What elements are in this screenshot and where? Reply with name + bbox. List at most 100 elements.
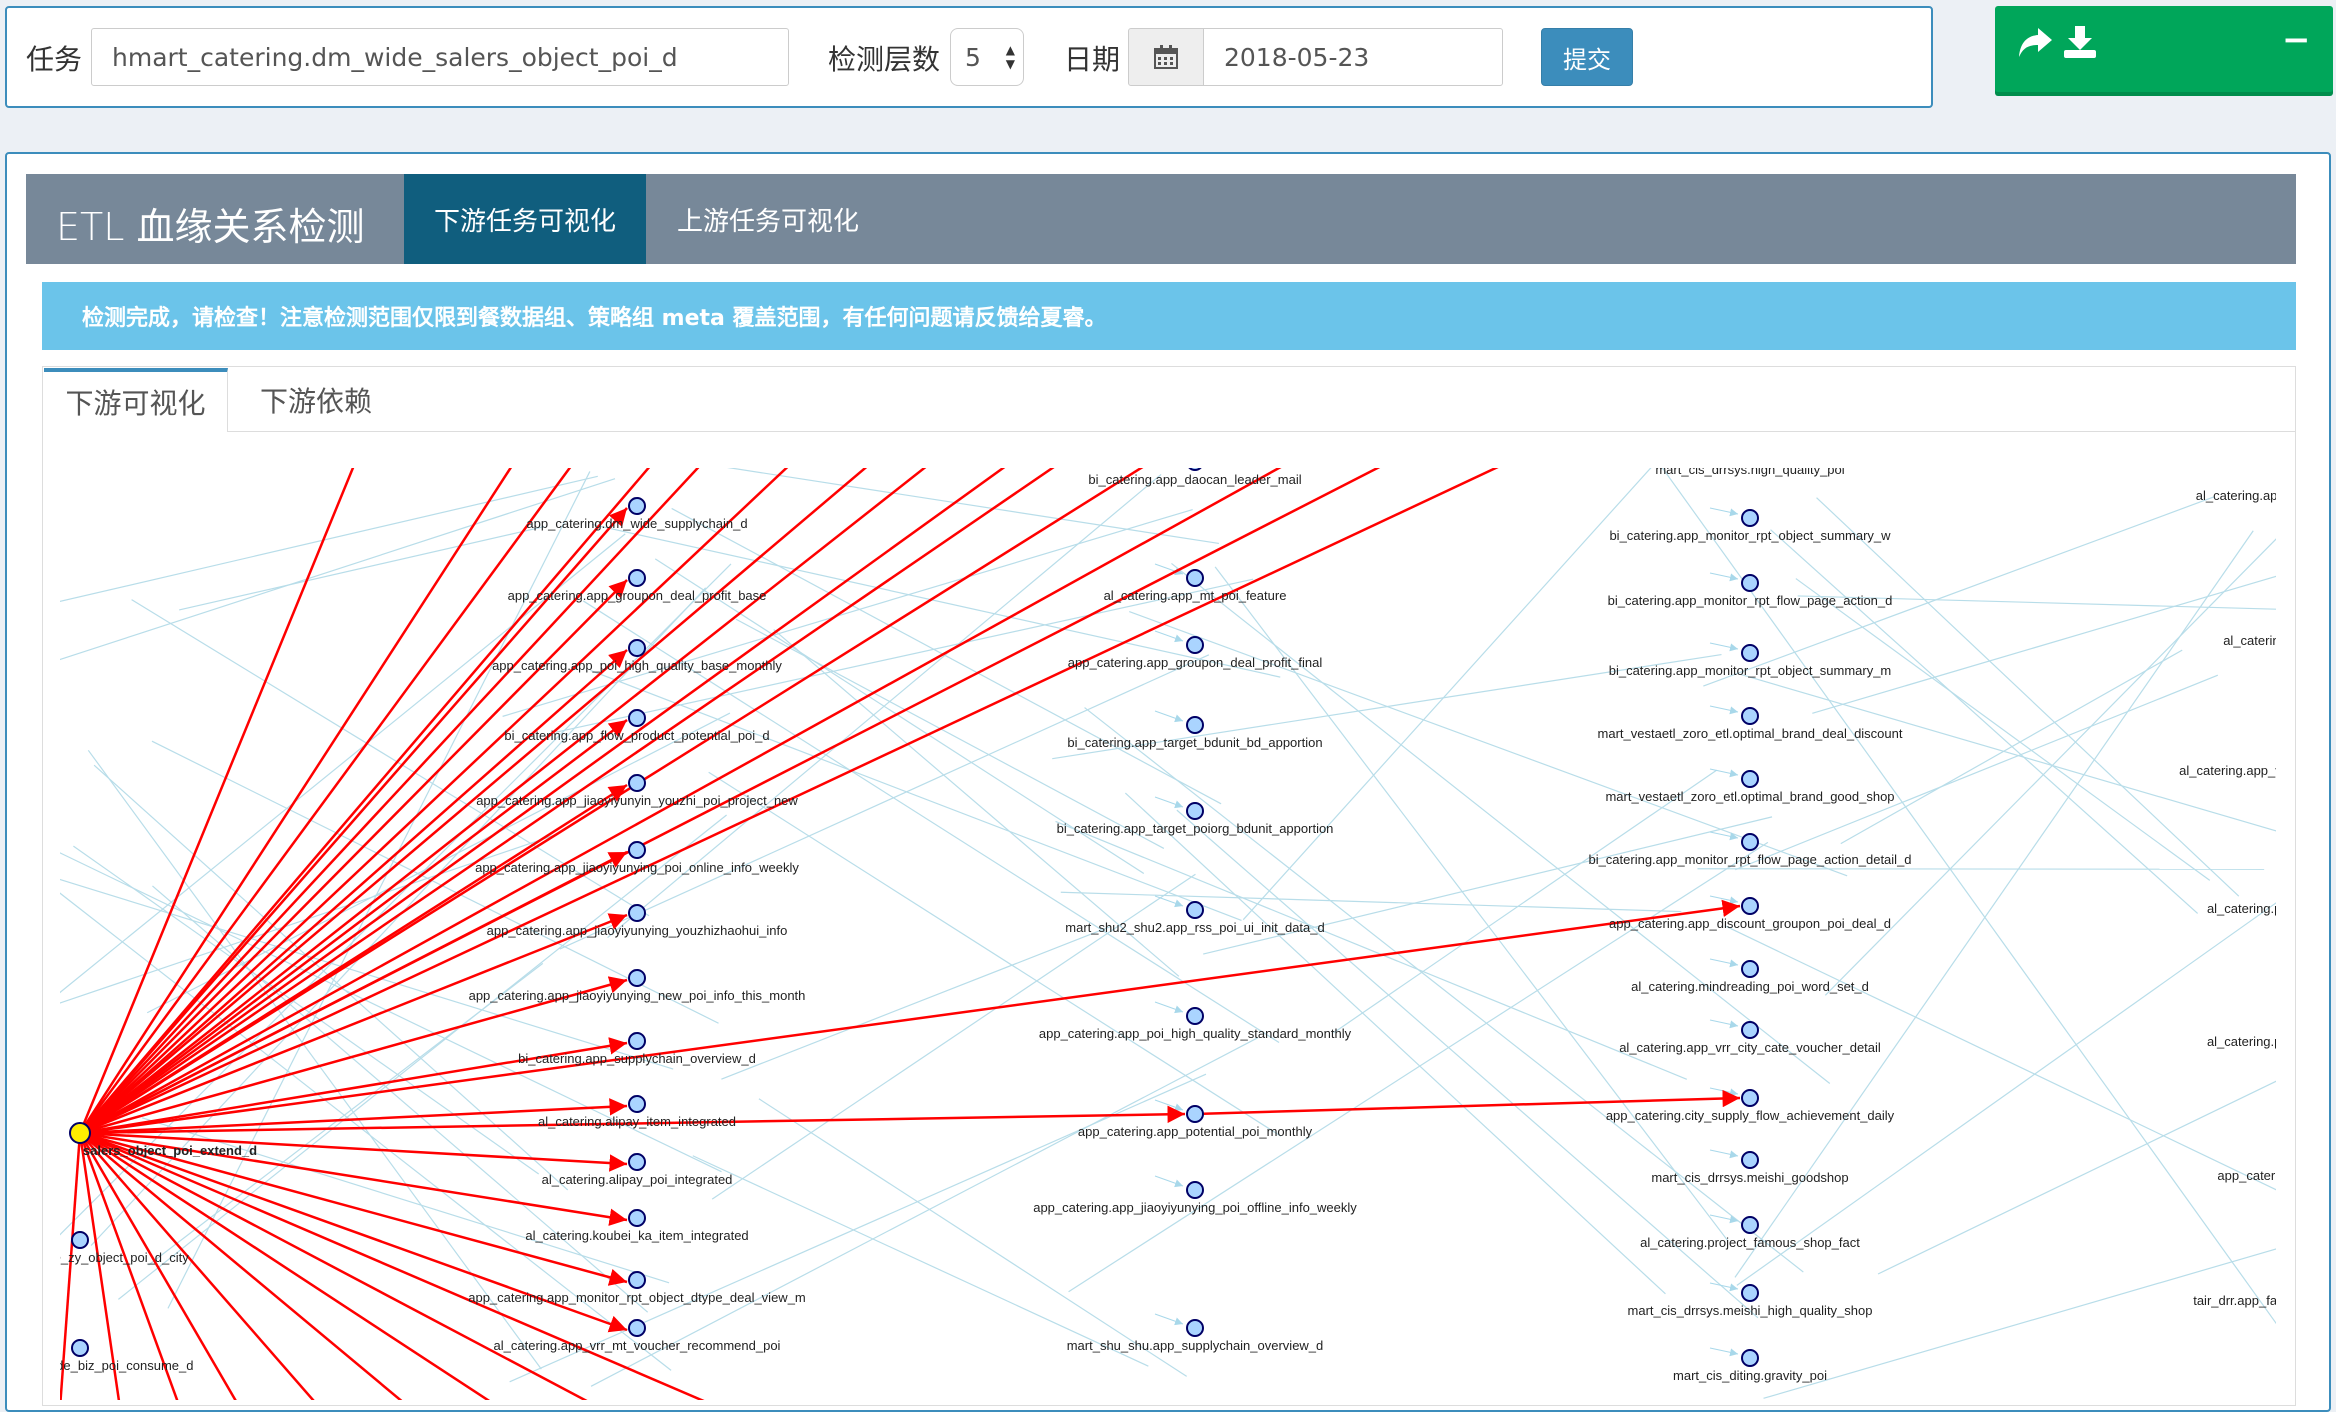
graph-node[interactable] bbox=[1741, 1216, 1759, 1234]
graph-node[interactable] bbox=[1741, 574, 1759, 592]
graph-node-label: al_catering bbox=[2223, 633, 2276, 648]
graph-node[interactable] bbox=[1741, 1021, 1759, 1039]
graph-node-label: app_catering.app_monitor_rpt_object_dtyp… bbox=[468, 1290, 806, 1305]
graph-edge-faint bbox=[1816, 497, 2240, 897]
graph-edge-faint bbox=[1763, 1248, 2276, 1399]
graph-node-label: al_catering.alipay_item_integrated bbox=[537, 1114, 737, 1129]
graph-node[interactable] bbox=[71, 1339, 89, 1357]
graph-node[interactable] bbox=[1186, 901, 1204, 919]
graph-node[interactable] bbox=[1741, 707, 1759, 725]
date-input[interactable]: 2018-05-23 bbox=[1203, 28, 1503, 86]
graph-node-label: al_catering.koubei_ka_item_integrated bbox=[525, 1228, 749, 1243]
graph-node[interactable] bbox=[628, 1271, 646, 1289]
tab-downstream-visual[interactable]: 下游任务可视化 bbox=[404, 174, 646, 264]
graph-node[interactable] bbox=[1741, 1349, 1759, 1367]
graph-edge-faint bbox=[758, 1098, 1188, 1377]
graph-node[interactable] bbox=[1186, 1181, 1204, 1199]
graph-node[interactable] bbox=[71, 1231, 89, 1249]
page-title: ETL 血缘关系检测 bbox=[56, 205, 365, 249]
graph-node[interactable] bbox=[1186, 1319, 1204, 1337]
graph-node-label: app_catering.app_jiaoyiyunying_poi_onlin… bbox=[475, 860, 799, 875]
graph-node-label: al_catering.app_vrr_city_cate_voucher_de… bbox=[1619, 1040, 1881, 1055]
graph-node[interactable] bbox=[1741, 897, 1759, 915]
graph-root-node[interactable] bbox=[69, 1122, 91, 1144]
graph-node[interactable] bbox=[1741, 644, 1759, 662]
graph-node[interactable] bbox=[1741, 1089, 1759, 1107]
graph-node[interactable] bbox=[1741, 509, 1759, 527]
graph-node[interactable] bbox=[1741, 833, 1759, 851]
graph-node-label: al_catering.mindreading_poi_word_set_d bbox=[1631, 979, 1869, 994]
graph-root-label: salers_object_poi_extend_d bbox=[82, 1143, 258, 1158]
graph-node[interactable] bbox=[628, 1032, 646, 1050]
graph-node[interactable] bbox=[1741, 1284, 1759, 1302]
graph-arrowhead bbox=[1709, 572, 1739, 582]
graph-node[interactable] bbox=[628, 969, 646, 987]
graph-node[interactable] bbox=[1186, 802, 1204, 820]
graph-node[interactable] bbox=[628, 569, 646, 587]
download-icon[interactable] bbox=[2062, 24, 2098, 64]
graph-node-label: app_catering.app_jiaoyiyunying_youzhizha… bbox=[486, 923, 788, 938]
date-label: 日期 bbox=[1064, 43, 1121, 76]
depth-stepper[interactable]: 5 ▲ ▼ bbox=[950, 28, 1024, 86]
graph-node[interactable] bbox=[628, 841, 646, 859]
graph-node[interactable] bbox=[628, 1095, 646, 1113]
graph-node-label: app_catering.dm_wide_supplychain_d bbox=[526, 516, 748, 531]
graph-node[interactable] bbox=[1741, 960, 1759, 978]
graph-node-label: bi_catering.app_target_bdunit_bd_apporti… bbox=[1067, 735, 1323, 750]
graph-node[interactable] bbox=[628, 774, 646, 792]
graph-node[interactable] bbox=[1186, 569, 1204, 587]
graph-node[interactable] bbox=[628, 1209, 646, 1227]
stepper-arrows-icon[interactable]: ▲ ▼ bbox=[1006, 43, 1015, 71]
graph-node-label: app_catering.app_poi_high_quality_base_m… bbox=[492, 658, 782, 673]
graph-edge-faint bbox=[1724, 925, 2276, 1191]
graph-arrowhead bbox=[1154, 796, 1184, 809]
graph-node-label: bi_catering.app_monitor_rpt_object_summa… bbox=[1609, 528, 1891, 543]
graph-node[interactable] bbox=[1186, 636, 1204, 654]
share-icon[interactable] bbox=[2016, 26, 2054, 64]
graph-node-label: a_trade_biz_poi_consume_d bbox=[60, 1358, 194, 1373]
calendar-icon[interactable] bbox=[1128, 28, 1204, 86]
graph-node[interactable] bbox=[1186, 1105, 1204, 1123]
graph-node-label: app_catering.app_potential_poi_monthly bbox=[1077, 1124, 1313, 1139]
graph-edge-faint bbox=[1840, 649, 2183, 845]
graph-arrowhead bbox=[1154, 1001, 1184, 1014]
graph-node[interactable] bbox=[1187, 468, 1203, 471]
graph-arrowhead bbox=[1154, 1175, 1184, 1188]
graph-edge-faint bbox=[1734, 530, 2254, 1278]
graph-arrowhead bbox=[1154, 1313, 1184, 1326]
graph-node-label: al_catering.app_vrr_mt_voucher_recommend… bbox=[493, 1338, 781, 1353]
collapse-button[interactable]: − bbox=[2282, 20, 2311, 60]
graph-node-label: al_catering.proje bbox=[2206, 1034, 2276, 1049]
task-input[interactable]: hmart_catering.dm_wide_salers_object_poi… bbox=[91, 28, 789, 86]
graph-node[interactable] bbox=[1741, 1151, 1759, 1169]
subtab-downstream-deps[interactable]: 下游依赖 bbox=[232, 368, 400, 432]
graph-node[interactable] bbox=[1741, 770, 1759, 788]
depth-label: 检测层数 bbox=[828, 43, 941, 76]
graph-node[interactable] bbox=[628, 904, 646, 922]
graph-node[interactable] bbox=[1186, 1007, 1204, 1025]
lineage-graph[interactable]: trade_zy_object_poi_d_city a_trade_biz_po… bbox=[60, 468, 2276, 1400]
graph-node-label: app_catering.app_jiaoyiyunying_new_poi_i… bbox=[468, 988, 806, 1003]
graph-arrowhead bbox=[1709, 831, 1739, 841]
graph-node-label: mart_vestaetl_zoro_etl.optimal_brand_goo… bbox=[1605, 789, 1895, 804]
graph-node-label: al_catering.app_vrr_city_c bbox=[2179, 763, 2276, 778]
graph-node[interactable] bbox=[628, 497, 646, 515]
graph-arrowhead bbox=[1154, 895, 1184, 908]
graph-node[interactable] bbox=[1186, 716, 1204, 734]
graph-node-label: trade_zy_object_poi_d_city bbox=[60, 1250, 189, 1265]
graph-node-label: bi_catering.app_flow_product_potential_p… bbox=[504, 728, 770, 743]
subtab-downstream-visual[interactable]: 下游可视化 bbox=[44, 368, 228, 432]
graph-node-label: mart_cis_drrsys.meishi_high_quality_shop bbox=[1627, 1303, 1873, 1318]
graph-edge-faint bbox=[179, 525, 545, 611]
graph-node[interactable] bbox=[628, 639, 646, 657]
graph-node-label: mart_shu2_shu2.app_rss_poi_ui_init_data_… bbox=[1065, 920, 1325, 935]
graph-node[interactable] bbox=[628, 709, 646, 727]
graph-arrowhead bbox=[1709, 1149, 1739, 1159]
graph-node[interactable] bbox=[628, 1153, 646, 1171]
graph-node[interactable] bbox=[628, 1319, 646, 1337]
graph-node-label: al_catering.app_vrr_ bbox=[2195, 488, 2276, 503]
tab-upstream-visual[interactable]: 上游任务可视化 bbox=[654, 174, 882, 264]
graph-node-label: bi_catering.app_monitor_rpt_flow_page_ac… bbox=[1607, 593, 1893, 608]
submit-button[interactable]: 提交 bbox=[1541, 28, 1633, 86]
graph-edge-highlight bbox=[79, 899, 1741, 1135]
